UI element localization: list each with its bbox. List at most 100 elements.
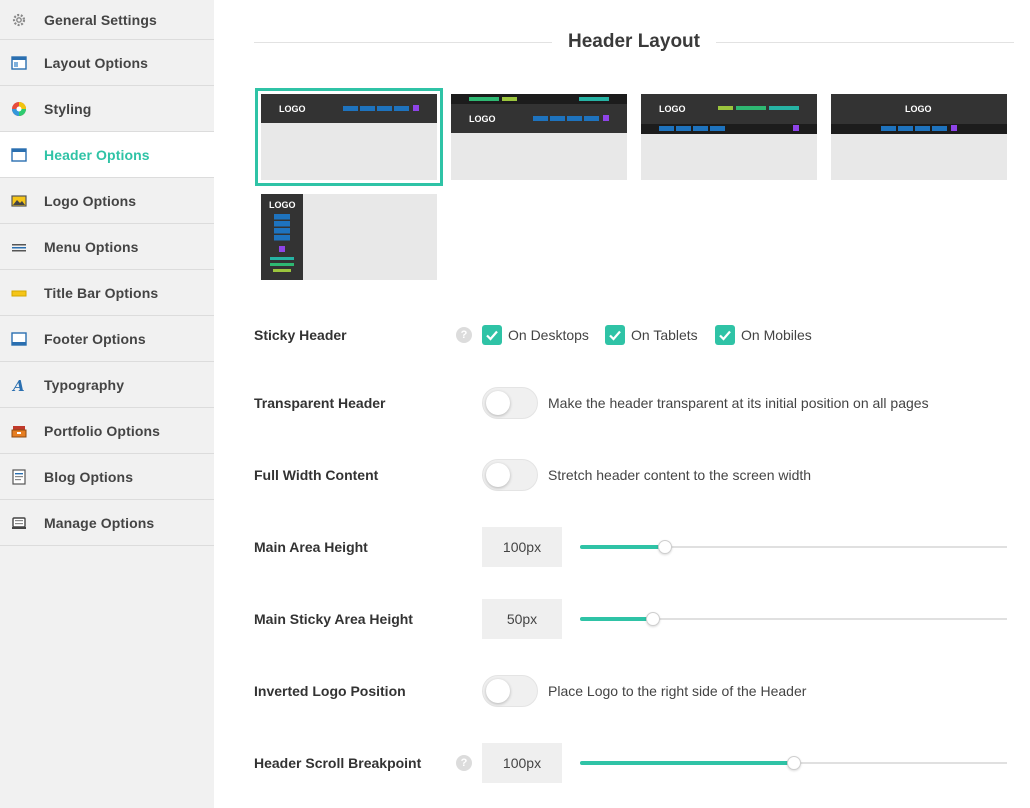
sidebar-item-layout-options[interactable]: Layout Options bbox=[0, 40, 214, 86]
header-layout-option-2[interactable]: LOGO bbox=[451, 94, 627, 180]
gear-icon bbox=[11, 12, 27, 28]
main-area-height-value[interactable]: 100px bbox=[482, 527, 562, 567]
header-layout-option-3[interactable]: LOGO bbox=[641, 94, 817, 180]
checkmark-icon bbox=[719, 330, 731, 341]
layout-menu-cart bbox=[279, 246, 285, 252]
transparent-header-description: Make the header transparent at its initi… bbox=[548, 395, 929, 411]
layout-logo: LOGO bbox=[269, 200, 296, 210]
sidebar-item-footer-options[interactable]: Footer Options bbox=[0, 316, 214, 362]
layout-top-menu-1 bbox=[718, 106, 733, 110]
full-width-content-label: Full Width Content bbox=[254, 467, 379, 483]
svg-text:A: A bbox=[11, 377, 25, 393]
layout-menu-cart bbox=[603, 115, 609, 121]
sidebar-item-general-settings[interactable]: General Settings bbox=[0, 0, 214, 40]
full-width-content-description: Stretch header content to the screen wid… bbox=[548, 467, 812, 483]
sticky-mobiles-checkbox[interactable] bbox=[715, 325, 735, 345]
sidebar-item-label: Manage Options bbox=[44, 514, 155, 531]
checkmark-icon bbox=[609, 330, 621, 341]
blog-icon bbox=[11, 468, 27, 485]
sticky-desktops-checkbox[interactable] bbox=[482, 325, 502, 345]
transparent-header-toggle[interactable] bbox=[482, 387, 538, 419]
sticky-tablets-label: On Tablets bbox=[631, 327, 698, 343]
layout-top-menu-left bbox=[469, 97, 499, 101]
settings-sidebar: General Settings Layout Options Styling … bbox=[0, 0, 214, 808]
sticky-mobiles-label: On Mobiles bbox=[741, 327, 812, 343]
main-sticky-area-height-label: Main Sticky Area Height bbox=[254, 611, 413, 627]
slider-fill bbox=[580, 617, 653, 621]
sidebar-item-label: Portfolio Options bbox=[44, 422, 161, 439]
sidebar-item-menu-options[interactable]: Menu Options bbox=[0, 224, 214, 270]
main-area-height-slider[interactable] bbox=[580, 540, 1007, 554]
slider-handle[interactable] bbox=[645, 612, 660, 626]
sticky-desktops-label: On Desktops bbox=[508, 327, 589, 343]
transparent-header-label: Transparent Header bbox=[254, 395, 386, 411]
sticky-header-label: Sticky Header bbox=[254, 327, 347, 343]
sidebar-item-label: Footer Options bbox=[44, 330, 146, 347]
sidebar-item-label: Menu Options bbox=[44, 238, 139, 255]
header-icon bbox=[11, 147, 27, 163]
main-sticky-area-height-value[interactable]: 50px bbox=[482, 599, 562, 639]
image-icon bbox=[11, 193, 27, 209]
sidebar-item-styling[interactable]: Styling bbox=[0, 86, 214, 132]
section-heading: Header Layout bbox=[254, 28, 1014, 56]
sticky-header-help-icon[interactable]: ? bbox=[456, 327, 472, 343]
layout-icon bbox=[11, 55, 27, 71]
full-width-content-toggle[interactable] bbox=[482, 459, 538, 491]
main-content: Header Layout LOGO LOGO LOGO LOGO LOGO S… bbox=[214, 0, 1030, 808]
layout-logo: LOGO bbox=[905, 104, 932, 114]
sidebar-item-label: Logo Options bbox=[44, 192, 137, 209]
layout-top-menu-3 bbox=[769, 106, 799, 110]
slider-fill bbox=[580, 545, 666, 549]
layout-menu-items bbox=[659, 126, 727, 131]
main-sticky-area-height-slider[interactable] bbox=[580, 612, 1007, 626]
sidebar-item-portfolio-options[interactable]: Portfolio Options bbox=[0, 408, 214, 454]
slider-fill bbox=[580, 761, 794, 765]
sidebar-item-label: General Settings bbox=[44, 11, 157, 28]
heading-divider-left bbox=[254, 42, 552, 43]
inverted-logo-position-label: Inverted Logo Position bbox=[254, 683, 406, 699]
typography-icon: A bbox=[11, 377, 27, 393]
header-scroll-breakpoint-slider[interactable] bbox=[580, 756, 1007, 770]
slider-handle[interactable] bbox=[658, 540, 673, 554]
footer-icon bbox=[11, 331, 27, 347]
sidebar-item-label: Header Options bbox=[44, 146, 150, 163]
layout-logo: LOGO bbox=[659, 104, 686, 114]
layout-side-menu-2 bbox=[270, 263, 294, 266]
layout-menu-items bbox=[533, 116, 601, 121]
sidebar-item-label: Blog Options bbox=[44, 468, 134, 485]
color-wheel-icon bbox=[11, 101, 27, 117]
sidebar-item-blog-options[interactable]: Blog Options bbox=[0, 454, 214, 500]
sidebar-item-label: Styling bbox=[44, 100, 92, 117]
layout-menu-items bbox=[274, 214, 290, 242]
sticky-tablets-checkbox[interactable] bbox=[605, 325, 625, 345]
header-layout-option-5[interactable]: LOGO bbox=[261, 194, 437, 280]
layout-logo: LOGO bbox=[279, 104, 306, 114]
sidebar-item-label: Typography bbox=[44, 376, 125, 393]
portfolio-icon bbox=[11, 423, 27, 439]
sidebar-item-logo-options[interactable]: Logo Options bbox=[0, 178, 214, 224]
header-scroll-breakpoint-value[interactable]: 100px bbox=[482, 743, 562, 783]
header-scroll-breakpoint-help-icon[interactable]: ? bbox=[456, 755, 472, 771]
menu-icon bbox=[11, 239, 27, 255]
sidebar-item-manage-options[interactable]: Manage Options bbox=[0, 500, 214, 546]
inverted-logo-position-toggle[interactable] bbox=[482, 675, 538, 707]
sidebar-item-label: Title Bar Options bbox=[44, 284, 159, 301]
layout-top-menu-right bbox=[579, 97, 609, 101]
sidebar-item-label: Layout Options bbox=[44, 54, 149, 71]
heading-divider-right bbox=[716, 42, 1014, 43]
slider-handle[interactable] bbox=[786, 756, 801, 770]
layout-side-menu-3 bbox=[273, 269, 291, 272]
sidebar-item-typography[interactable]: A Typography bbox=[0, 362, 214, 408]
sidebar-item-title-bar-options[interactable]: Title Bar Options bbox=[0, 270, 214, 316]
layout-menu-items bbox=[881, 126, 949, 131]
sidebar-item-header-options[interactable]: Header Options bbox=[0, 132, 214, 178]
header-layout-option-1[interactable]: LOGO bbox=[255, 88, 443, 186]
layout-top-menu-left-2 bbox=[502, 97, 517, 101]
layout-top-menu-2 bbox=[736, 106, 766, 110]
toggle-knob bbox=[486, 463, 510, 487]
title-bar-icon bbox=[11, 285, 27, 301]
toggle-knob bbox=[486, 391, 510, 415]
toggle-knob bbox=[486, 679, 510, 703]
layout-logo: LOGO bbox=[469, 114, 496, 124]
header-layout-option-4[interactable]: LOGO bbox=[831, 94, 1007, 180]
